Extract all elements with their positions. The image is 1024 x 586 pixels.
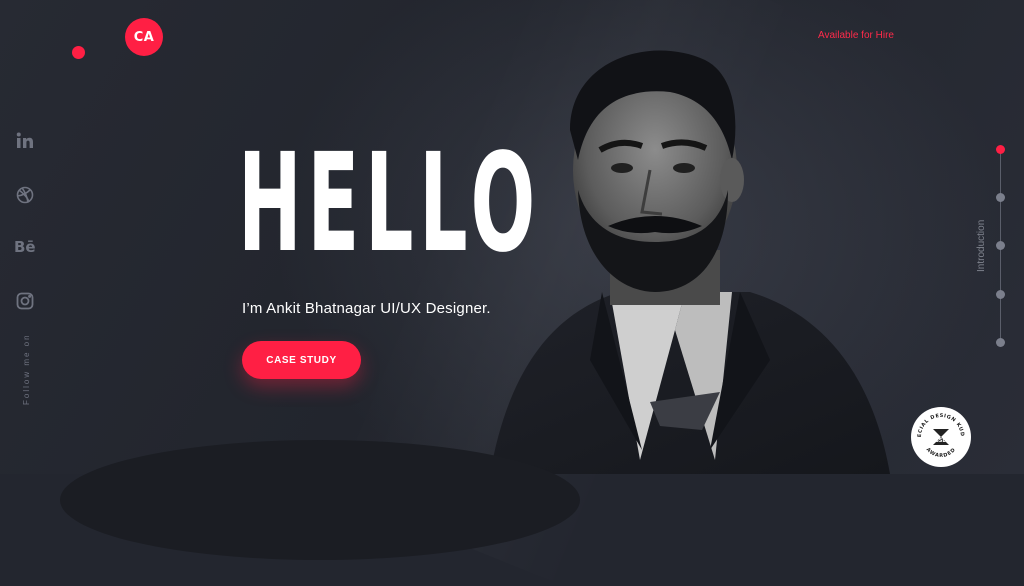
- section-nav-label-text: Introduction: [976, 219, 987, 272]
- bottom-decorative-arc: [60, 440, 580, 560]
- section-nav-dot-2[interactable]: [996, 193, 1005, 202]
- follow-me-text: Follow me on: [22, 333, 31, 405]
- behance-icon[interactable]: Bē: [14, 236, 36, 258]
- dribbble-icon[interactable]: [14, 184, 36, 206]
- section-nav-dot-4[interactable]: [996, 290, 1005, 299]
- brand-logo[interactable]: CA: [125, 18, 163, 56]
- badge-bottom-text: AWARDED: [925, 447, 957, 459]
- instagram-icon[interactable]: [14, 290, 36, 312]
- badge-center-text: CSSDA: [932, 438, 951, 444]
- available-for-hire-link[interactable]: Available for Hire: [818, 30, 894, 41]
- decorative-red-dot: [72, 46, 85, 59]
- section-nav-dot-5[interactable]: [996, 338, 1005, 347]
- section-nav-dot-3[interactable]: [996, 241, 1005, 250]
- case-study-button[interactable]: CASE STUDY: [242, 341, 361, 379]
- cssda-award-badge[interactable]: SPECIAL DESIGN KUDOS CSSDA AWARDED: [911, 407, 971, 467]
- hero-subtitle: I’m Ankit Bhatnagar UI/UX Designer.: [242, 300, 491, 317]
- svg-text:AWARDED: AWARDED: [925, 447, 957, 459]
- hero-heading: HELLO: [238, 125, 541, 283]
- linkedin-icon[interactable]: [14, 130, 36, 152]
- section-nav-dot-1[interactable]: [996, 145, 1005, 154]
